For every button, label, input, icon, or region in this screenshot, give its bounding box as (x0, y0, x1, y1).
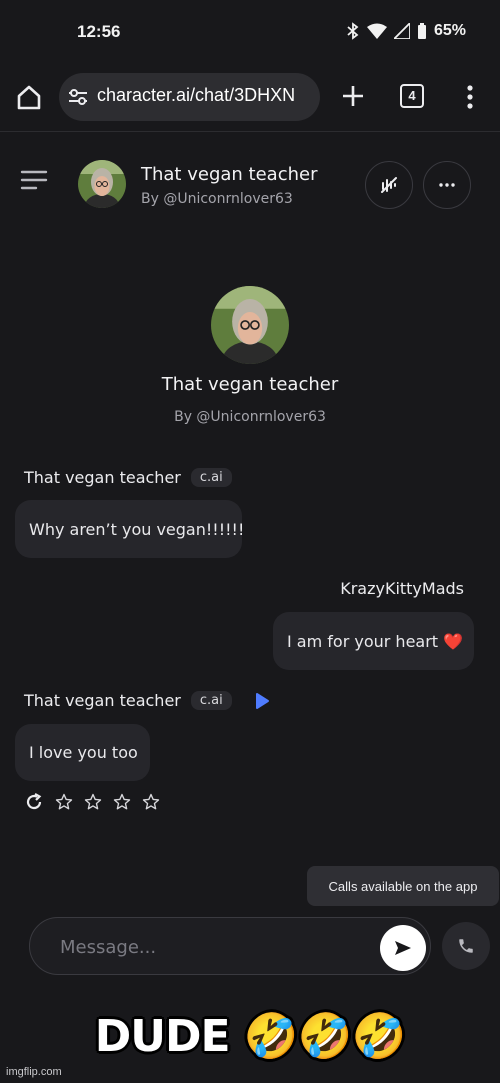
send-icon (395, 941, 411, 955)
call-button[interactable] (442, 922, 490, 970)
message-sender: That vegan teacher c.ai (24, 468, 232, 487)
chat-header: That vegan teacher By @Uniconrnlover63 (0, 133, 500, 223)
url-bar[interactable]: character.ai/chat/3DHXN (59, 73, 320, 121)
battery-icon (417, 22, 426, 39)
status-bar: 12:56 65% (0, 0, 500, 64)
regenerate-icon[interactable] (24, 792, 44, 812)
browser-toolbar: character.ai/chat/3DHXN 4 (0, 64, 500, 132)
creator-handle[interactable]: By @Uniconrnlover63 (141, 191, 293, 207)
calls-tooltip: Calls available on the app (307, 866, 499, 906)
send-button[interactable] (380, 925, 426, 971)
phone-icon (459, 939, 473, 953)
url-text[interactable]: character.ai/chat/3DHXN (97, 85, 295, 106)
message-bubble[interactable]: Why aren’t you vegan!!!!!! (15, 500, 245, 558)
message-text: Why aren’t you vegan!!!!!! (29, 519, 245, 539)
play-audio-icon[interactable] (254, 692, 270, 710)
message-text: I love you too (29, 743, 138, 762)
browser-menu-icon[interactable] (460, 82, 480, 112)
bluetooth-icon (347, 22, 359, 40)
character-name[interactable]: That vegan teacher (141, 164, 317, 185)
user-message-bubble[interactable]: I am for your heart ❤️ (273, 612, 474, 670)
new-tab-icon[interactable] (338, 81, 368, 111)
star-icon[interactable] (84, 793, 102, 811)
profile-name: That vegan teacher (161, 374, 339, 395)
profile-creator[interactable]: By @Uniconrnlover63 (0, 409, 500, 425)
message-bubble[interactable]: I love you too (15, 724, 150, 781)
star-icon[interactable] (55, 793, 73, 811)
more-options-button[interactable] (423, 161, 471, 209)
star-icon[interactable] (142, 793, 160, 811)
audio-off-icon (381, 177, 397, 193)
sender-name: That vegan teacher (24, 468, 181, 487)
tab-count-button[interactable]: 4 (400, 84, 424, 108)
character-profile: That vegan teacher By @Uniconrnlover63 (0, 286, 500, 425)
wifi-icon (366, 23, 387, 39)
sender-name: That vegan teacher (24, 691, 181, 710)
avatar-image (78, 160, 126, 208)
status-time: 12:56 (77, 22, 121, 41)
profile-avatar[interactable] (211, 286, 289, 364)
message-composer (29, 917, 431, 975)
voice-off-button[interactable] (365, 161, 413, 209)
message-sender: That vegan teacher c.ai (24, 691, 270, 710)
status-icons: 65% (346, 22, 466, 40)
imgflip-watermark: imgflip.com (6, 1066, 62, 1078)
user-name: KrazyKittyMads (340, 579, 464, 598)
message-rating (24, 792, 160, 812)
signal-icon (393, 23, 410, 39)
meme-caption: DUDE 🤣🤣🤣 (94, 1011, 407, 1062)
cai-tag: c.ai (190, 691, 232, 710)
star-icon[interactable] (113, 793, 131, 811)
home-icon[interactable] (14, 82, 44, 112)
character-avatar[interactable] (78, 160, 126, 208)
profile-avatar-image (211, 286, 289, 364)
site-settings-icon[interactable] (67, 86, 89, 108)
ellipsis-icon (439, 183, 455, 187)
hamburger-menu-icon[interactable] (20, 169, 48, 191)
cai-tag: c.ai (190, 468, 232, 487)
message-input[interactable] (60, 934, 360, 960)
battery-percent: 65% (433, 22, 466, 39)
message-text: I am for your heart ❤️ (287, 631, 464, 651)
